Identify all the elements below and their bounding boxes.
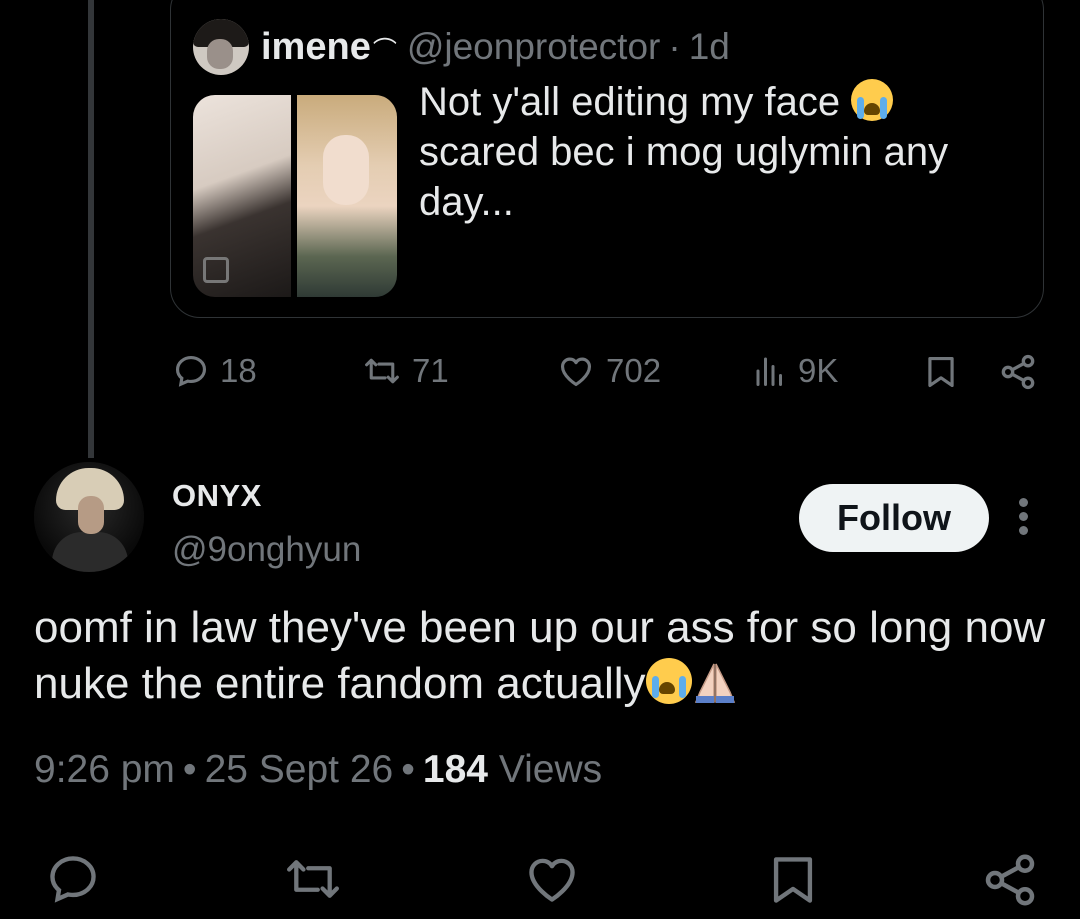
meta-separator: •: [401, 748, 415, 791]
like-stat-button[interactable]: 702: [556, 352, 661, 390]
quoted-tweet-card[interactable]: imene ⌒ @jeonprotector · 1d Not y'all ed…: [170, 0, 1044, 318]
share-icon: [985, 854, 1035, 906]
tweet-time[interactable]: 9:26 pm: [34, 748, 175, 791]
bookmark-icon: [928, 356, 954, 388]
repost-stat-button[interactable]: 71: [362, 352, 449, 390]
quoted-tweet-header: imene ⌒ @jeonprotector · 1d: [193, 17, 730, 77]
repost-icon: [287, 860, 339, 898]
reply-icon: [175, 355, 207, 387]
repost-button[interactable]: [282, 850, 344, 913]
quoted-text-rest: scared bec i mog uglymin any day...: [419, 130, 949, 224]
heart-icon: [529, 858, 575, 902]
views-total: 184: [422, 748, 488, 791]
views-stat-button[interactable]: 9K: [752, 352, 838, 390]
quoted-author-name[interactable]: imene: [261, 26, 371, 69]
reply-icon: [50, 856, 96, 903]
folded-hands-emoji: [694, 663, 735, 703]
repost-count: 71: [412, 352, 449, 389]
more-icon: [1010, 498, 1036, 535]
quoted-separator: ·: [668, 26, 681, 67]
meta-separator: •: [182, 748, 197, 791]
author-avatar[interactable]: [34, 462, 144, 572]
quoted-author-avatar[interactable]: [193, 19, 249, 75]
tweet-metadata: 9:26 pm • 25 Sept 26 • 184 Views: [34, 748, 602, 792]
like-button[interactable]: [522, 850, 582, 913]
bookmark-button[interactable]: [764, 850, 822, 915]
views-label: Views: [498, 748, 603, 791]
quoted-media-thumbnail[interactable]: [193, 95, 397, 297]
tweet-date[interactable]: 25 Sept 26: [205, 748, 394, 791]
heart-icon: [560, 357, 592, 387]
like-count: 702: [606, 352, 662, 389]
bookmark-icon: [773, 857, 813, 903]
quoted-tweet-text: Not y'all editing my face scared bec i m…: [419, 77, 1019, 227]
crying-face-emoji: [645, 658, 692, 704]
more-options-button[interactable]: [1010, 498, 1036, 540]
quoted-photo-right: [297, 95, 397, 297]
crying-face-emoji: [851, 79, 894, 121]
quoted-author-handle[interactable]: @jeonprotector: [407, 26, 661, 68]
author-name[interactable]: ONYX: [172, 478, 262, 514]
bookmark-button[interactable]: [922, 352, 960, 392]
quoted-name-symbol: ⌒: [372, 36, 397, 64]
author-handle[interactable]: @9onghyun: [172, 530, 361, 570]
reply-button[interactable]: [44, 850, 102, 913]
views-count: 9K: [798, 352, 839, 389]
tweet-text-content: oomf in law they've been up our ass for …: [34, 603, 1046, 708]
reply-count: 18: [220, 352, 257, 389]
quoted-timestamp[interactable]: 1d: [689, 26, 730, 68]
share-icon: [1001, 354, 1035, 390]
share-button[interactable]: [998, 352, 1038, 392]
follow-button[interactable]: Follow: [799, 484, 989, 552]
quoted-text-main: Not y'all editing my face: [419, 80, 852, 124]
reply-stat-button[interactable]: 18: [172, 352, 257, 390]
quoted-photo-left: [193, 95, 291, 297]
quoted-tweet-stats: 18 71 702 9K: [0, 352, 1080, 398]
repost-icon: [365, 358, 399, 384]
views-icon: [756, 357, 782, 386]
tweet-action-bar: [0, 850, 1080, 910]
share-button[interactable]: [980, 850, 1040, 915]
tweet-text: oomf in law they've been up our ass for …: [34, 600, 1064, 712]
